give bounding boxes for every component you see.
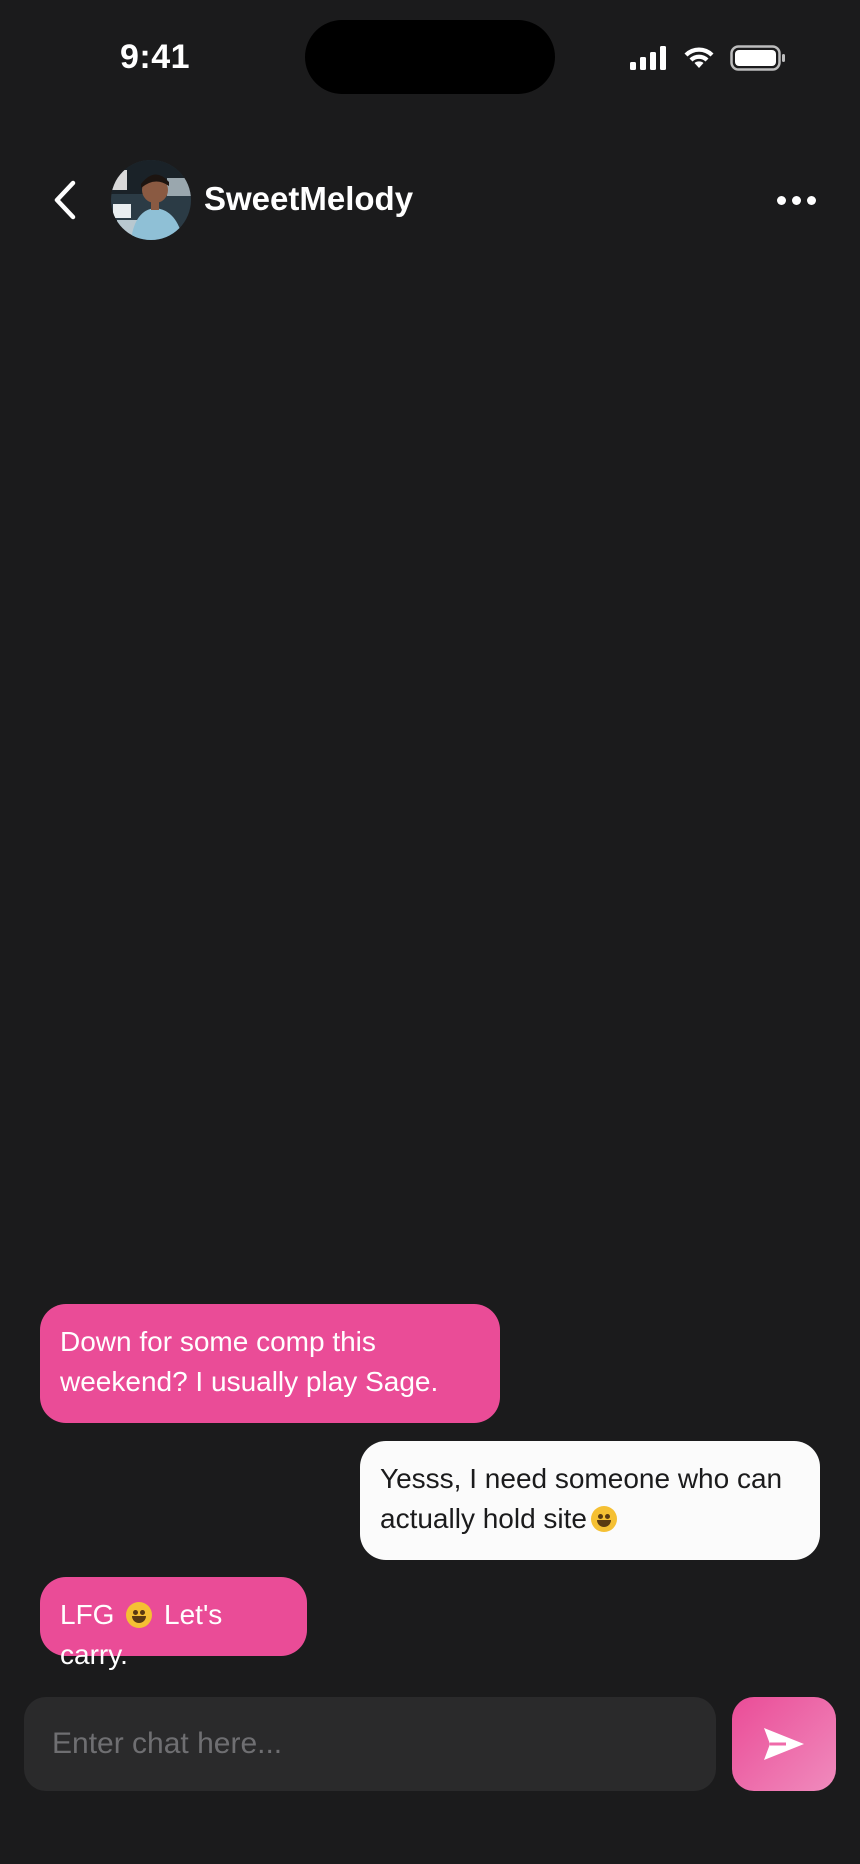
contact-name: SweetMelody [204,180,414,217]
avatar-photo [111,160,191,240]
status-icons [630,45,786,71]
more-dot [806,195,816,205]
more-horizontal-icon [776,195,786,205]
chat-screen: 9:41 SweetMelody Down for some comp this… [0,0,860,1864]
emoji-mouth [597,1520,612,1527]
back-button[interactable] [40,174,90,226]
chat-input-container [24,1697,716,1791]
status-time: 9:41 [120,38,191,76]
tears-of-joy-emoji-icon [126,1602,153,1628]
chevron-left-icon [54,180,76,220]
status-bar: 9:41 [0,0,860,110]
message-text: LFG [60,1599,115,1630]
chat-header: SweetMelody [0,150,860,250]
message-incoming[interactable]: LFG Let's carry. [40,1577,307,1670]
battery-icon [730,45,785,71]
avatar[interactable] [111,160,191,240]
more-options-button[interactable] [768,180,824,220]
signal-icon [630,46,666,70]
send-icon [764,1728,804,1760]
send-button[interactable] [732,1697,836,1791]
message-outgoing[interactable]: Yesss, I need someone who can actually h… [360,1441,820,1560]
chat-input[interactable] [24,1697,716,1791]
dynamic-island [305,20,555,94]
message-text: Down for some comp this weekend? I usual… [60,1326,439,1397]
wifi-icon [684,47,714,68]
emoji-mouth [132,1616,147,1623]
more-dot [791,195,801,205]
message-text: Yesss, I need someone who can actually h… [380,1463,783,1534]
message-incoming[interactable]: Down for some comp this weekend? I usual… [40,1304,500,1423]
grinning-sweat-emoji-icon [591,1506,618,1532]
